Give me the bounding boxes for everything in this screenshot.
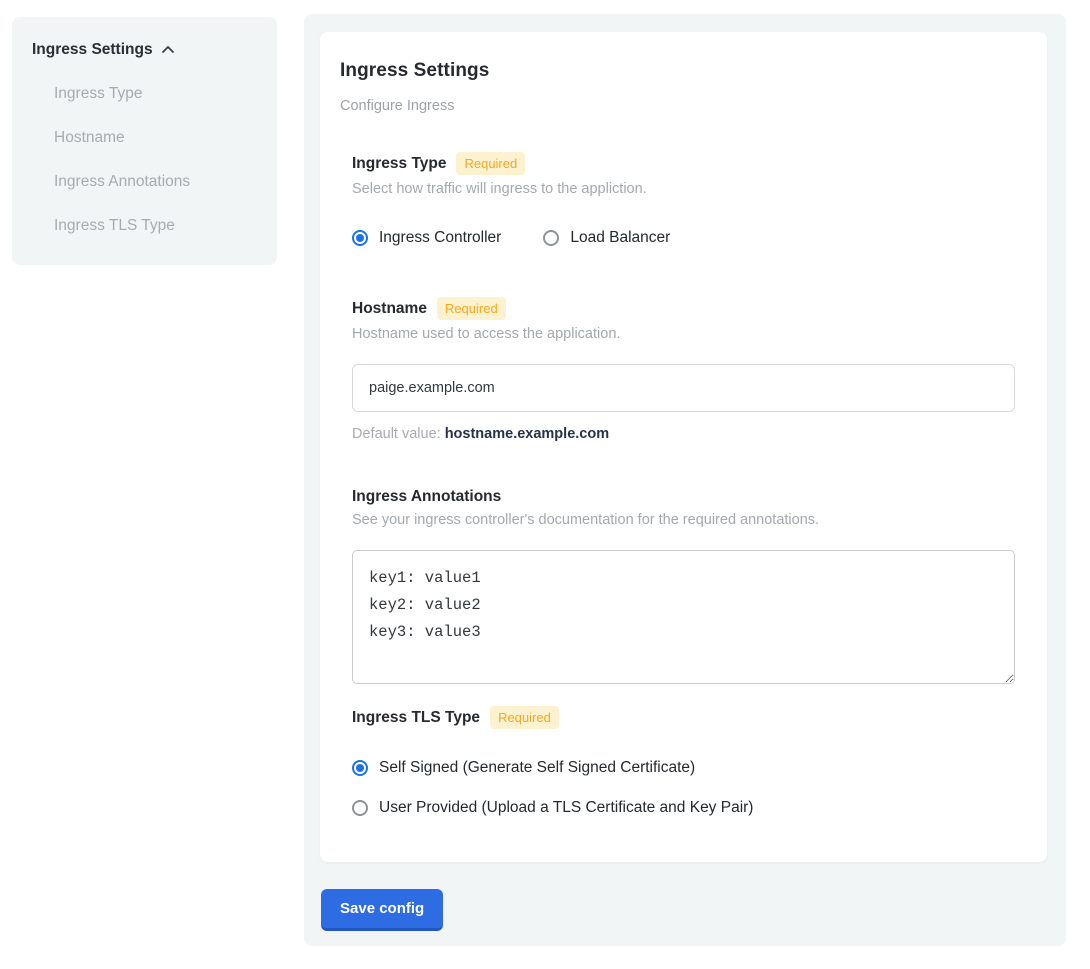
- radio-label[interactable]: User Provided (Upload a TLS Certificate …: [379, 799, 753, 817]
- radio-button-icon[interactable]: [352, 800, 368, 816]
- ingress-annotations-label: Ingress Annotations: [352, 488, 501, 506]
- ingress-type-description: Select how traffic will ingress to the a…: [352, 181, 1015, 197]
- page-subtitle: Configure Ingress: [340, 98, 1015, 114]
- sidebar-section-label: Ingress Settings: [32, 41, 153, 59]
- hostname-input[interactable]: [352, 364, 1015, 412]
- radio-label[interactable]: Ingress Controller: [379, 229, 501, 247]
- sidebar-item-ingress-tls-type[interactable]: Ingress TLS Type: [32, 217, 257, 235]
- radio-button-icon[interactable]: [543, 230, 559, 246]
- section-ingress-tls-type: Ingress TLS Type Required Self Signed (G…: [352, 706, 1015, 817]
- sidebar-item-ingress-type[interactable]: Ingress Type: [32, 85, 257, 103]
- save-config-button[interactable]: Save config: [321, 889, 443, 931]
- sidebar-section-ingress-settings[interactable]: Ingress Settings: [32, 41, 257, 59]
- chevron-up-icon: [161, 43, 175, 57]
- ingress-settings-panel: Ingress Settings Configure Ingress Ingre…: [304, 14, 1066, 946]
- ingress-settings-card: Ingress Settings Configure Ingress Ingre…: [320, 32, 1047, 862]
- ingress-type-label: Ingress Type: [352, 155, 446, 173]
- hostname-description: Hostname used to access the application.: [352, 326, 1015, 342]
- radio-option-ingress-controller[interactable]: Ingress Controller: [352, 229, 501, 247]
- settings-sidebar: Ingress Settings Ingress Type Hostname I…: [12, 17, 277, 265]
- radio-label[interactable]: Self Signed (Generate Self Signed Certif…: [379, 759, 695, 777]
- radio-option-load-balancer[interactable]: Load Balancer: [543, 229, 670, 247]
- hostname-label: Hostname: [352, 300, 427, 318]
- ingress-annotations-textarea[interactable]: key1: value1 key2: value2 key3: value3: [352, 550, 1015, 684]
- section-hostname: Hostname Required Hostname used to acces…: [352, 297, 1015, 442]
- hostname-default-hint: Default value: hostname.example.com: [352, 426, 1015, 442]
- section-ingress-type: Ingress Type Required Select how traffic…: [352, 152, 1015, 247]
- radio-option-self-signed[interactable]: Self Signed (Generate Self Signed Certif…: [352, 759, 1015, 777]
- sidebar-item-hostname[interactable]: Hostname: [32, 129, 257, 147]
- required-badge: Required: [490, 706, 559, 729]
- default-hint-prefix: Default value:: [352, 426, 445, 442]
- ingress-tls-type-label: Ingress TLS Type: [352, 709, 480, 727]
- radio-button-icon[interactable]: [352, 230, 368, 246]
- default-hint-value: hostname.example.com: [445, 426, 609, 442]
- required-badge: Required: [456, 152, 525, 175]
- ingress-annotations-description: See your ingress controller's documentat…: [352, 512, 1015, 528]
- radio-option-user-provided[interactable]: User Provided (Upload a TLS Certificate …: [352, 799, 1015, 817]
- required-badge: Required: [437, 297, 506, 320]
- page-title: Ingress Settings: [340, 60, 1015, 82]
- radio-label[interactable]: Load Balancer: [570, 229, 670, 247]
- radio-button-icon[interactable]: [352, 760, 368, 776]
- section-ingress-annotations: Ingress Annotations See your ingress con…: [352, 488, 1015, 684]
- sidebar-item-ingress-annotations[interactable]: Ingress Annotations: [32, 173, 257, 191]
